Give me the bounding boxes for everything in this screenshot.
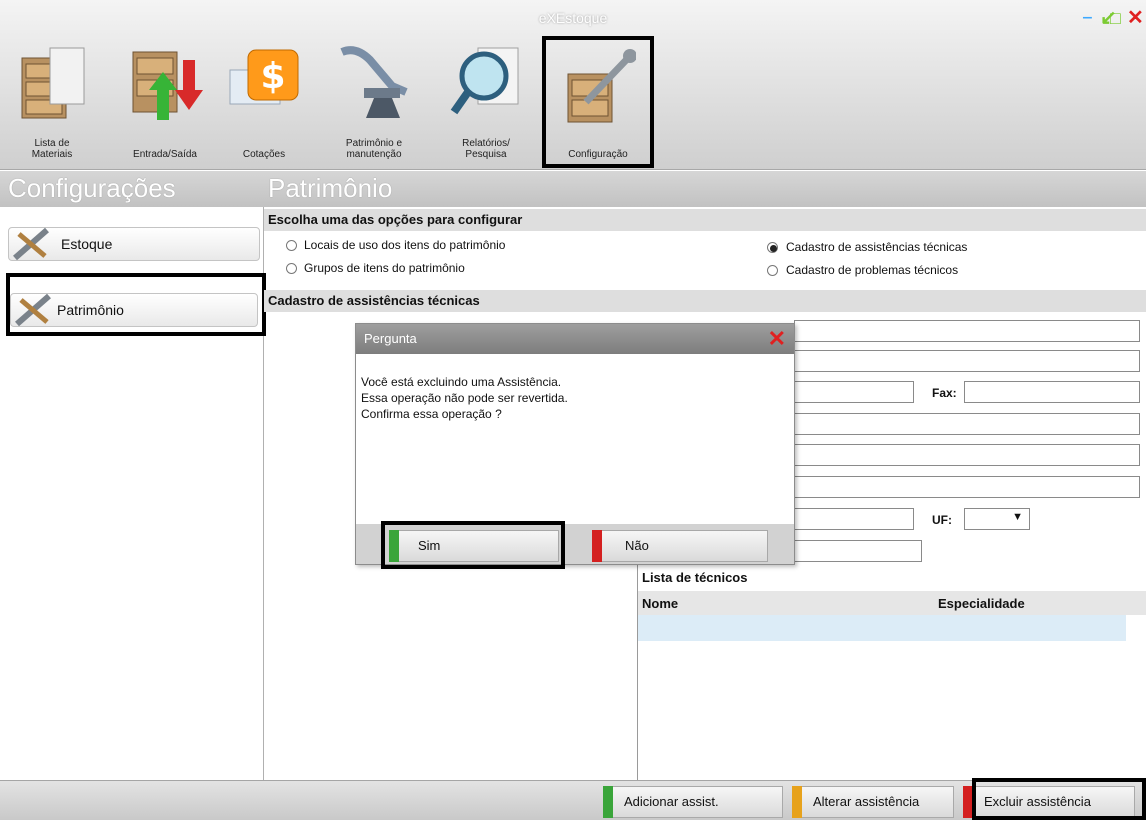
contato-field[interactable]: [794, 540, 922, 562]
toolbar-relatorios-pesquisa-button[interactable]: Relatórios/Pesquisa: [440, 20, 532, 160]
radio-label: Grupos de itens do patrimônio: [304, 261, 465, 275]
form-header: Cadastro de assistências técnicas: [264, 290, 1146, 312]
radio-cadastro-problemas[interactable]: [767, 265, 778, 276]
radio-locais-uso[interactable]: [286, 240, 297, 251]
highlight-sim: [381, 521, 565, 569]
edit-button-label: Alterar assistência: [813, 794, 920, 809]
red-strip: [592, 530, 602, 562]
edit-assistencia-button[interactable]: Alterar assistência: [792, 786, 954, 818]
dental-chair-icon: [340, 46, 408, 118]
tools-icon: [15, 293, 51, 327]
table-row[interactable]: [638, 615, 1126, 641]
file-cabinet-icon: [21, 47, 85, 119]
no-button[interactable]: Não: [592, 530, 768, 562]
nome-field[interactable]: [794, 320, 1140, 342]
money-icon: $: [229, 49, 299, 105]
tools-icon: [13, 227, 49, 261]
email-field[interactable]: [794, 413, 1140, 435]
radio-cadastro-assistencias[interactable]: [767, 242, 778, 253]
toolbar-entrada-saida-button[interactable]: Entrada/Saída: [112, 20, 218, 160]
tecnicos-title: Lista de técnicos: [642, 570, 748, 585]
tecnicos-header-row: Nome Especialidade: [638, 591, 1146, 615]
no-button-label: Não: [625, 538, 649, 553]
radio-label: Cadastro de assistências técnicas: [786, 240, 968, 254]
dialog-message-line: Você está excluindo uma Assistência.: [361, 375, 562, 389]
toolbar-cotacoes-button[interactable]: $ Cotações: [228, 20, 300, 160]
wrench-box-icon: [567, 49, 636, 123]
toolbar-configuracao-button[interactable]: Configuração: [542, 36, 654, 168]
add-button-label: Adicionar assist.: [624, 794, 719, 809]
dialog-message-line: Confirma essa operação ?: [361, 407, 502, 421]
cep-field[interactable]: [794, 508, 914, 530]
add-assistencia-button[interactable]: Adicionar assist.: [603, 786, 783, 818]
green-strip: [603, 786, 613, 818]
sidebar-item-label: Estoque: [61, 236, 113, 252]
dialog-title: Pergunta: [356, 324, 794, 354]
radio-grupos-itens[interactable]: [286, 263, 297, 274]
bairro-field[interactable]: [794, 444, 1140, 466]
telefone-field[interactable]: [794, 381, 914, 403]
chevron-down-icon: ▼: [1012, 511, 1023, 523]
orange-strip: [792, 786, 802, 818]
highlight-excluir: [972, 778, 1146, 820]
restore-icon[interactable]: □: [1110, 8, 1121, 28]
cidade-field[interactable]: [794, 476, 1140, 498]
radio-label: Locais de uso dos itens do patrimônio: [304, 238, 506, 252]
uf-label: UF:: [932, 513, 952, 527]
fax-label: Fax:: [932, 386, 957, 400]
column-header-especialidade: Especialidade: [938, 596, 1025, 611]
right-section-title: Patrimônio: [268, 173, 393, 203]
uf-select[interactable]: ▼: [964, 508, 1030, 530]
endereco-field[interactable]: [794, 350, 1140, 372]
column-header-nome: Nome: [642, 596, 679, 611]
close-icon[interactable]: ✕: [768, 326, 786, 352]
minimize-icon[interactable]: ‒: [1083, 8, 1092, 28]
options-header: Escolha uma das opções para configurar: [264, 209, 1146, 231]
magnifier-icon: [450, 47, 519, 115]
fax-field[interactable]: [964, 381, 1140, 403]
toolbar-lista-materiais-button[interactable]: Lista de Materiais: [8, 20, 96, 160]
sidebar-item-estoque[interactable]: Estoque: [8, 227, 260, 261]
left-section-title: Configurações: [8, 173, 176, 203]
dialog-message-line: Essa operação não pode ser revertida.: [361, 391, 568, 405]
sidebar-item-patrimonio[interactable]: Patrimônio: [10, 293, 258, 327]
sidebar-item-label: Patrimônio: [57, 302, 124, 318]
toolbar-patrimonio-manutencao-button[interactable]: Patrimônio e manutenção: [322, 20, 426, 160]
svg-text:$: $: [260, 56, 285, 97]
in-out-arrows-icon: [132, 51, 203, 120]
radio-label: Cadastro de problemas técnicos: [786, 263, 959, 277]
tecnicos-panel: Lista de técnicos Nome Especialidade: [637, 565, 1146, 780]
close-icon[interactable]: ✕: [1127, 8, 1144, 28]
